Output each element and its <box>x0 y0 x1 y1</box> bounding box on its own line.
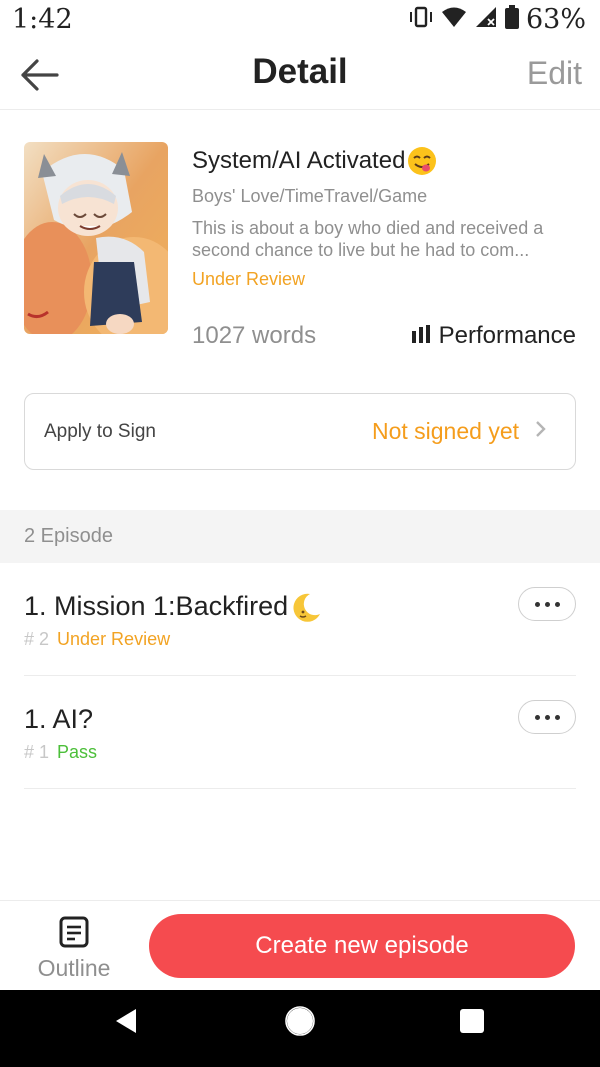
more-dots-icon <box>534 714 540 720</box>
book-description: This is about a boy who died and receive… <box>192 218 544 260</box>
edit-button[interactable]: Edit <box>527 55 582 92</box>
episode-list: 1. Mission 1:Backfired # 2 Under Review … <box>24 563 576 789</box>
nav-back-icon[interactable] <box>114 1007 138 1040</box>
create-new-episode-button[interactable]: Create new episode <box>149 914 575 978</box>
list-item[interactable]: 1. AI? # 1 Pass <box>24 676 576 789</box>
performance-label: Performance <box>438 322 576 349</box>
book-card: System/AI Activated Boys' Love/TimeTrave… <box>24 142 576 362</box>
book-info: System/AI Activated Boys' Love/TimeTrave… <box>192 142 576 290</box>
episode-title: 1. AI? <box>24 704 94 734</box>
apply-to-sign-row[interactable]: Apply to Sign Not signed yet <box>24 393 576 470</box>
outline-label: Outline <box>37 955 111 981</box>
episode-title-row: 1. AI? <box>24 704 93 735</box>
episode-count-header: 2 Episode <box>0 510 600 563</box>
book-genre: Boys' Love/TimeTravel/Game <box>192 186 428 206</box>
book-status: Under Review <box>192 269 306 289</box>
face-savoring-food-emoji <box>407 146 437 176</box>
status-icons: 63% <box>408 4 586 35</box>
episode-number: # 2 <box>24 629 50 649</box>
battery-percent: 63% <box>525 3 586 35</box>
outline-button[interactable]: Outline <box>30 916 118 981</box>
book-title: System/AI Activated <box>192 147 406 174</box>
book-cover-image[interactable] <box>24 142 168 334</box>
sign-status: Not signed yet <box>371 418 519 444</box>
more-options-button[interactable] <box>518 700 576 734</box>
battery-icon <box>504 4 519 34</box>
sign-status-group: Not signed yet <box>372 418 547 445</box>
more-dots-icon <box>534 601 540 607</box>
page-title: Detail <box>252 52 348 91</box>
episode-title: 1. Mission 1:Backfired <box>24 591 289 621</box>
episode-number: # 1 <box>24 742 50 762</box>
list-item[interactable]: 1. Mission 1:Backfired # 2 Under Review <box>24 563 576 676</box>
episode-title-row: 1. Mission 1:Backfired <box>24 591 321 622</box>
status-time: 1:42 <box>12 3 73 35</box>
episode-meta: # 1 Pass <box>24 742 97 763</box>
book-title-row: System/AI Activated <box>192 146 576 176</box>
word-count: 1027 words <box>192 322 317 349</box>
vibrate-icon <box>408 6 434 33</box>
system-nav-bar <box>0 990 600 1067</box>
episode-status: Under Review <box>57 629 171 649</box>
signal-icon <box>474 6 498 33</box>
document-icon <box>59 916 89 953</box>
bar-chart-icon <box>411 322 431 350</box>
nav-recent-apps-icon[interactable] <box>459 1008 485 1039</box>
crescent-moon-emoji <box>290 592 321 622</box>
wifi-icon <box>441 6 467 33</box>
bottom-action-bar: Outline Create new episode <box>0 900 600 990</box>
episode-meta: # 2 Under Review <box>24 629 170 650</box>
chevron-right-icon <box>535 420 547 443</box>
more-options-button[interactable] <box>518 587 576 621</box>
nav-home-icon[interactable] <box>285 1006 315 1041</box>
apply-to-sign-label: Apply to Sign <box>44 420 156 442</box>
performance-button[interactable]: Performance <box>411 322 576 350</box>
episode-status: Pass <box>57 742 98 762</box>
top-bar: Detail Edit <box>0 38 600 110</box>
status-bar: 1:42 63% <box>0 0 600 38</box>
